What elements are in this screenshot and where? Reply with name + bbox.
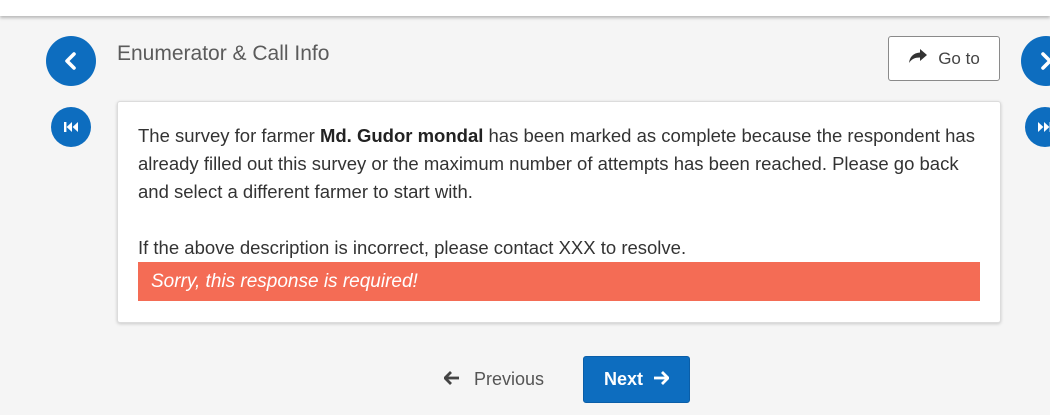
next-button[interactable]: Next [583, 356, 690, 403]
first-section-button[interactable] [51, 107, 91, 147]
chevron-right-icon [1038, 51, 1050, 71]
top-bar [0, 0, 1050, 16]
previous-section-button[interactable] [46, 36, 96, 86]
message-card: The survey for farmer Md. Gudor mondal h… [117, 101, 1001, 323]
arrow-right-icon [653, 369, 670, 390]
section-title: Enumerator & Call Info [117, 42, 330, 65]
goto-label: Go to [938, 48, 980, 68]
arrow-left-icon [443, 369, 460, 390]
previous-button[interactable]: Previous [443, 365, 545, 393]
contact-message: If the above description is incorrect, p… [138, 237, 687, 258]
message-text-before-name: The survey for farmer [138, 125, 320, 146]
chevron-left-icon [63, 51, 79, 71]
farmer-name: Md. Gudor mondal [319, 125, 484, 146]
goto-button[interactable]: Go to [888, 36, 1000, 81]
previous-label: Previous [474, 368, 545, 389]
share-arrow-icon [908, 48, 928, 69]
last-section-button[interactable] [1025, 107, 1050, 147]
required-error-banner: Sorry, this response is required! [138, 262, 980, 301]
skip-to-start-icon [63, 121, 79, 133]
next-label: Next [603, 369, 643, 389]
completion-message: The survey for farmer Md. Gudor mondal h… [138, 122, 978, 206]
skip-to-end-icon [1037, 121, 1050, 133]
next-section-button[interactable] [1021, 36, 1050, 86]
